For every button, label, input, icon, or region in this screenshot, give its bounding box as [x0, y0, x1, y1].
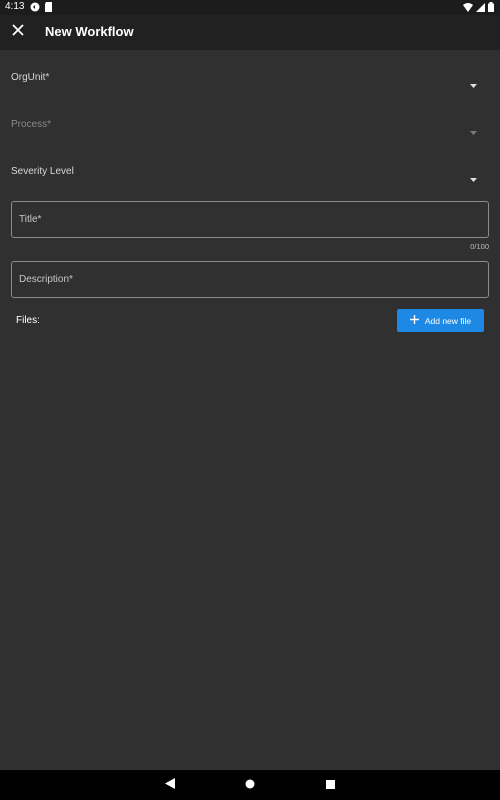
description-field[interactable]: Description*: [11, 261, 489, 298]
severity-level-dropdown[interactable]: Severity Level: [11, 152, 489, 192]
arrow-drop-down-icon: [470, 169, 477, 187]
arrow-drop-down-icon: [470, 122, 477, 140]
home-icon: [245, 776, 255, 794]
arrow-drop-down-icon: [470, 75, 477, 93]
title-placeholder: Title*: [19, 214, 42, 225]
sd-card-icon: [44, 2, 53, 15]
home-button[interactable]: [242, 777, 258, 793]
status-time: 4:13: [5, 1, 25, 12]
title-character-counter: 0/100: [470, 242, 489, 251]
close-icon: [12, 23, 24, 41]
app-bar: New Workflow: [0, 15, 500, 50]
process-label: Process*: [11, 119, 52, 130]
process-dropdown[interactable]: Process*: [11, 105, 489, 145]
back-button[interactable]: [162, 777, 178, 793]
navigation-bar: [0, 770, 500, 800]
org-unit-dropdown[interactable]: OrgUnit*: [11, 58, 489, 98]
add-new-file-button[interactable]: Add new file: [397, 309, 484, 332]
wifi-icon: [463, 2, 473, 15]
plus-icon: [409, 315, 419, 326]
description-placeholder: Description*: [19, 274, 73, 285]
close-button[interactable]: [6, 20, 30, 44]
recents-button[interactable]: [322, 777, 338, 793]
severity-level-label: Severity Level: [11, 166, 74, 177]
status-bar: 4:13: [0, 0, 500, 15]
battery-icon: [488, 2, 494, 15]
status-right-icons: [463, 2, 494, 15]
files-label: Files:: [16, 315, 40, 326]
signal-icon: [476, 2, 485, 15]
org-unit-label: OrgUnit*: [11, 72, 50, 83]
title-field[interactable]: Title*: [11, 201, 489, 238]
status-left-icons: [30, 2, 53, 15]
recents-icon: [325, 776, 335, 794]
back-icon: [165, 776, 175, 794]
add-new-file-label: Add new file: [424, 315, 472, 326]
sync-icon: [30, 2, 40, 15]
page-title: New Workflow: [45, 24, 134, 39]
